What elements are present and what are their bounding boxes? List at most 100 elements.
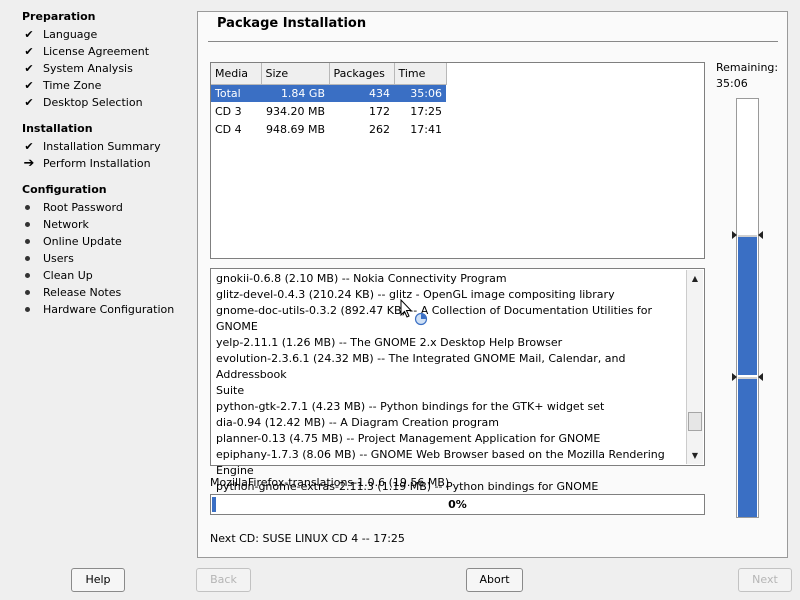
sidebar-step: ✔ System Analysis [22, 60, 190, 77]
sidebar-step-label: Language [43, 28, 98, 41]
list-item: python-gtk-2.7.1 (4.23 MB) -- Python bin… [216, 400, 605, 413]
package-progress-bar: 0% [210, 494, 705, 515]
cell-size: 1.84 GB [261, 84, 329, 102]
gauge-marker-left-icon [732, 373, 737, 381]
sidebar-step: Clean Up [22, 267, 190, 284]
sidebar-step-label: Desktop Selection [43, 96, 143, 109]
sidebar-step-label: Perform Installation [43, 157, 151, 170]
scroll-down-icon[interactable]: ▼ [687, 448, 703, 463]
list-item: glitz-devel-0.4.3 (210.24 KB) -- glitz -… [216, 288, 615, 301]
sidebar-section-title: Preparation [22, 10, 96, 23]
sidebar-step: ✔ License Agreement [22, 43, 190, 60]
list-item: planner-0.13 (4.75 MB) -- Project Manage… [216, 432, 601, 445]
cell-time: 17:41 [410, 122, 442, 136]
table-row[interactable]: CD 4 948.69 MB 262 17:41 [211, 120, 446, 138]
arrow-right-icon: ➔ [23, 156, 35, 171]
abort-button[interactable]: Abort [466, 568, 523, 592]
gauge-marker-right-icon [758, 373, 763, 381]
sidebar-step: ✔ Language [22, 26, 190, 43]
sidebar-step-label: Online Update [43, 235, 122, 248]
scroll-thumb[interactable] [688, 412, 702, 431]
bullet-icon [22, 301, 36, 318]
bullet-icon [22, 233, 36, 250]
help-button[interactable]: Help [71, 568, 125, 592]
checkmark-icon: ✔ [24, 45, 34, 58]
remaining-time-gauge [732, 98, 763, 518]
bullet-icon [22, 267, 36, 284]
sidebar-step-label: Network [43, 218, 89, 231]
column-header-time[interactable]: Time [394, 63, 447, 85]
media-table[interactable]: Media Size Packages Time Total 1.84 GB 434… [210, 62, 705, 259]
cell-time: 17:25 [410, 104, 442, 118]
table-header-row: Media Size Packages Time [211, 63, 447, 85]
sidebar-step-label: Installation Summary [43, 140, 161, 153]
list-item: Suite [216, 384, 245, 397]
bullet-icon [22, 284, 36, 301]
cell-size: 934.20 MB [265, 104, 325, 118]
checkmark-icon: ✔ [24, 79, 34, 92]
sidebar-step: ✔ Installation Summary [22, 138, 190, 155]
sidebar-step-label: System Analysis [43, 62, 133, 75]
bullet-icon [22, 199, 36, 216]
package-log-scrollbar[interactable]: ▲ ▼ [686, 270, 703, 464]
next-button[interactable]: Next [738, 568, 792, 592]
current-package-label: MozillaFirefox-translations-1.0.6 (19.56… [210, 476, 450, 489]
list-item: epiphany-1.7.3 (8.06 MB) -- GNOME Web Br… [216, 448, 665, 477]
checkmark-icon: ✔ [24, 96, 34, 109]
cell-packages: 434 [329, 84, 394, 102]
installation-steps-sidebar: Preparation ✔ Language ✔ License Agreement ✔ S… [0, 0, 190, 560]
gauge-segment-cd3 [738, 235, 757, 375]
sidebar-section-title: Installation [22, 122, 93, 135]
back-button[interactable]: Back [196, 568, 251, 592]
sidebar-step-label: License Agreement [43, 45, 150, 58]
column-header-size[interactable]: Size [261, 63, 330, 85]
sidebar-step: ➔ Perform Installation [22, 155, 190, 172]
sidebar-step-label: Time Zone [43, 79, 102, 92]
sidebar-step: Hardware Configuration [22, 301, 190, 318]
sidebar-step: Network [22, 216, 190, 233]
cell-media: CD 4 [215, 122, 242, 136]
column-header-packages[interactable]: Packages [329, 63, 395, 85]
bullet-icon [22, 250, 36, 267]
table-row[interactable]: Total 1.84 GB 434 35:06 [211, 84, 446, 102]
gauge-segment-cd4 [738, 377, 757, 517]
title-divider [208, 41, 778, 42]
list-item: dia-0.94 (12.42 MB) -- A Diagram Creatio… [216, 416, 500, 429]
sidebar-step-label: Release Notes [43, 286, 122, 299]
table-row[interactable]: CD 3 934.20 MB 172 17:25 [211, 102, 446, 120]
cell-media: CD 3 [215, 104, 242, 118]
remaining-label: Remaining: [716, 61, 779, 74]
mouse-pointer-busy-icon [400, 299, 428, 326]
cell-size: 948.69 MB [265, 122, 325, 136]
sidebar-step-label: Clean Up [43, 269, 93, 282]
next-cd-status: Next CD: SUSE LINUX CD 4 -- 17:25 [210, 532, 405, 545]
checkmark-icon: ✔ [24, 62, 34, 75]
cell-packages: 172 [369, 104, 390, 118]
sidebar-step: ✔ Time Zone [22, 77, 190, 94]
sidebar-section-title: Configuration [22, 183, 107, 196]
sidebar-step-label: Root Password [43, 201, 123, 214]
cell-packages: 262 [369, 122, 390, 136]
checkmark-icon: ✔ [24, 28, 34, 41]
main-panel: Package Installation Media Size Packages… [197, 11, 788, 558]
gauge-marker-left-icon [732, 231, 737, 239]
progress-percent: 0% [448, 498, 467, 511]
list-item: yelp-2.11.1 (1.26 MB) -- The GNOME 2.x D… [216, 336, 563, 349]
gauge-marker-right-icon [758, 231, 763, 239]
remaining-time: 35:06 [716, 77, 748, 90]
checkmark-icon: ✔ [24, 140, 34, 153]
package-log-list[interactable]: gnokii-0.6.8 (2.10 MB) -- Nokia Connecti… [210, 268, 705, 509]
sidebar-step-label: Users [43, 252, 74, 265]
column-header-media[interactable]: Media [211, 63, 262, 85]
cell-media: Total [211, 84, 261, 102]
sidebar-step-label: Hardware Configuration [43, 303, 175, 316]
sidebar-step: Online Update [22, 233, 190, 250]
sidebar-step: ✔ Desktop Selection [22, 94, 190, 111]
page-title: Package Installation [217, 16, 367, 31]
scroll-up-icon[interactable]: ▲ [687, 271, 703, 286]
sidebar-step: Release Notes [22, 284, 190, 301]
sidebar-step: Users [22, 250, 190, 267]
list-item: gnokii-0.6.8 (2.10 MB) -- Nokia Connecti… [216, 272, 507, 285]
list-item: gnome-doc-utils-0.3.2 (892.47 KB) -- A C… [216, 304, 653, 333]
